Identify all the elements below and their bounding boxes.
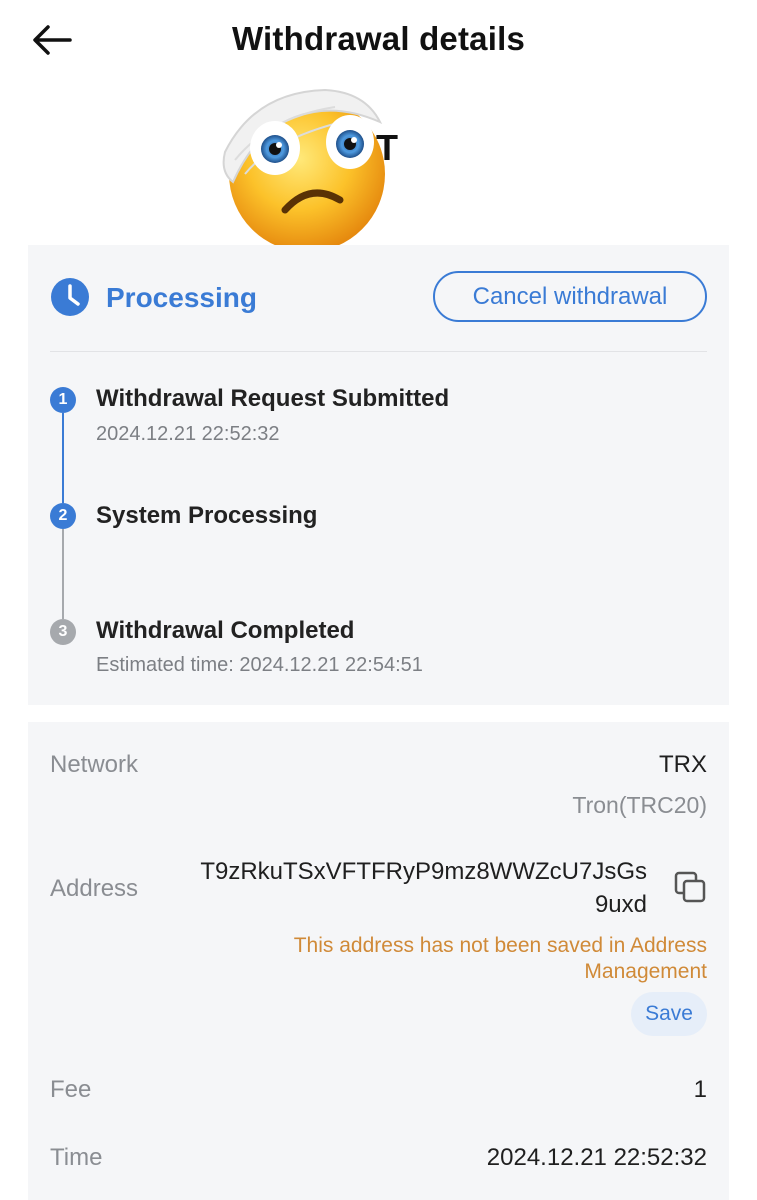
step-2-indicator: 2 <box>50 503 76 529</box>
details-card: Network TRX Tron(TRC20) Address T9zRkuTS… <box>28 722 729 1200</box>
step-1-indicator: 1 <box>50 387 76 413</box>
divider <box>50 351 707 352</box>
step-3-estimated-time: Estimated time: 2024.12.21 22:54:51 <box>96 654 423 676</box>
clock-icon <box>51 278 89 316</box>
address-line-2: 9uxd <box>594 891 647 918</box>
address-value[interactable]: T9zRkuTSxVFTFRyP9mz8WWZcU7JsGs 9uxd <box>167 855 647 921</box>
status-card: Processing Cancel withdrawal 1 Withdrawa… <box>28 245 729 705</box>
save-address-button[interactable]: Save <box>631 992 707 1036</box>
network-subtitle: Tron(TRC20) <box>572 792 707 818</box>
header: Withdrawal details <box>0 0 757 82</box>
time-value: 2024.12.21 22:52:32 <box>486 1144 707 1171</box>
network-value: TRX <box>659 751 707 778</box>
step-connector-2 <box>62 529 64 619</box>
step-3-indicator: 3 <box>50 619 76 645</box>
step-1-title: Withdrawal Request Submitted <box>96 385 450 412</box>
time-label: Time <box>50 1144 103 1171</box>
step-2-title: System Processing <box>96 502 318 529</box>
warning-line-1: This address has not been saved in Addre… <box>293 934 707 957</box>
address-warning: This address has not been saved in Addre… <box>227 933 707 985</box>
step-3-title: Withdrawal Completed <box>96 617 355 644</box>
bandaged-face-emoji-icon <box>222 88 385 252</box>
address-line-1: T9zRkuTSxVFTFRyP9mz8WWZcU7JsGs <box>200 858 647 885</box>
fee-label: Fee <box>50 1076 92 1103</box>
step-1-time: 2024.12.21 22:52:32 <box>96 423 280 445</box>
address-label: Address <box>50 875 139 902</box>
fee-value: 1 <box>693 1076 707 1103</box>
page-title: Withdrawal details <box>231 20 526 57</box>
amount-section: USDT unt <box>0 82 757 252</box>
copy-icon[interactable] <box>673 870 707 904</box>
warning-line-2: Management <box>584 960 707 983</box>
step-connector-1 <box>62 413 64 503</box>
cancel-withdrawal-button[interactable]: Cancel withdrawal <box>433 271 707 322</box>
network-label: Network <box>50 751 139 778</box>
status-label: Processing <box>106 282 257 313</box>
